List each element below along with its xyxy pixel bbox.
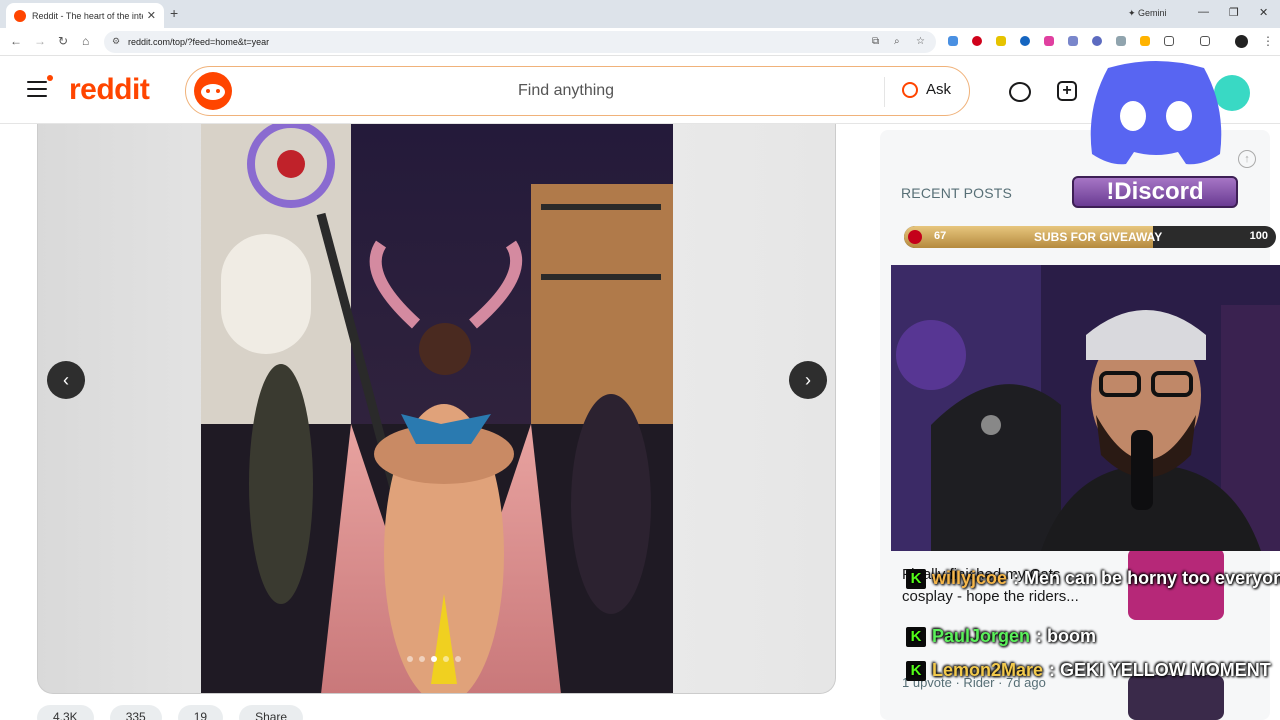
cherry-icon [908, 230, 922, 244]
recent-posts-title: RECENT POSTS [901, 185, 1013, 201]
reddit-favicon-icon [14, 9, 26, 22]
menu-icon[interactable] [27, 75, 53, 97]
cosplay-photo [201, 124, 673, 693]
sub-goal-label: SUBS FOR GIVEAWAY [1034, 230, 1163, 244]
extension-icon[interactable] [1092, 36, 1102, 46]
carousel-dot[interactable] [419, 656, 425, 662]
browser-tab[interactable]: Reddit - The heart of the internet ✕ [6, 3, 164, 28]
browser-menu-icon[interactable]: ⋮ [1262, 34, 1274, 48]
search-input[interactable]: Find anything Ask [185, 66, 970, 116]
extension-icon[interactable] [948, 36, 958, 46]
carousel-dots [407, 656, 461, 662]
restore-button[interactable]: ❐ [1229, 6, 1239, 19]
kick-badge-icon: K [906, 626, 926, 647]
kick-badge-icon: K [906, 660, 926, 681]
chat-username: Lemon2Mare [932, 660, 1044, 680]
chat-icon[interactable] [1009, 82, 1031, 102]
recent-post-thumbnail[interactable] [1128, 675, 1224, 720]
chat-message: K Lemon2Mare : GEKI YELLOW MOMENT [906, 660, 1271, 681]
snoo-icon [194, 72, 232, 110]
bookmark-star-icon[interactable]: ☆ [916, 36, 925, 47]
profile-avatar[interactable] [1235, 35, 1248, 48]
forward-arrow-icon[interactable]: → [34, 34, 46, 48]
discord-logo-icon [1090, 61, 1222, 165]
back-arrow-icon[interactable]: ← [10, 34, 22, 48]
url-text: reddit.com/top/?feed=home&t=year [128, 37, 270, 47]
chat-username: willyjcoe [932, 568, 1008, 588]
chat-text: : boom [1036, 626, 1097, 646]
new-tab-button[interactable]: + [170, 5, 178, 21]
carousel-prev-button[interactable]: ‹ [47, 361, 85, 399]
chat-username: PaulJorgen [932, 626, 1031, 646]
gemini-button[interactable]: ✦ Gemini [1120, 5, 1175, 22]
sub-goal-current: 67 [934, 230, 947, 242]
create-post-icon[interactable]: + [1057, 81, 1077, 101]
browser-tab-bar: Reddit - The heart of the internet ✕ + ✦… [0, 0, 1280, 28]
search-placeholder: Find anything [518, 82, 615, 99]
close-window-button[interactable]: ✕ [1259, 6, 1268, 19]
streamer-webcam [891, 265, 1280, 551]
carousel-dot[interactable] [443, 656, 449, 662]
post-action-bar: 4.3K 335 19 Share [37, 705, 304, 720]
home-icon[interactable]: ⌂ [82, 34, 89, 48]
comments-button[interactable]: 335 [109, 705, 162, 720]
chat-text: : Men can be horny too everyone [1013, 568, 1280, 588]
tab-close-icon[interactable]: ✕ [147, 9, 156, 22]
ask-button[interactable]: Ask [902, 81, 951, 98]
discord-command-label: !Discord [1072, 176, 1238, 208]
carousel-dot[interactable] [407, 656, 413, 662]
extensions-puzzle-icon[interactable] [1164, 36, 1174, 46]
chat-message: K willyjcoe : Men can be horny too every… [906, 568, 1280, 589]
chat-message: K PaulJorgen : boom [906, 626, 1096, 647]
url-field[interactable]: ⚙ reddit.com/top/?feed=home&t=year ⧉ ⌕ ☆ [104, 31, 936, 53]
side-panel-icon[interactable] [1200, 36, 1210, 46]
divider [884, 77, 885, 107]
post-media-gallery: ‹ › [37, 124, 836, 694]
extension-icon[interactable] [1116, 36, 1126, 46]
translate-extension-icon[interactable] [1068, 36, 1078, 46]
sub-goal-max: 100 [1249, 230, 1268, 242]
reload-icon[interactable]: ↻ [58, 34, 68, 48]
gemini-label: Gemini [1138, 8, 1167, 18]
site-info-icon[interactable]: ⚙ [112, 36, 120, 47]
kick-badge-icon: K [906, 568, 926, 589]
tab-title: Reddit - The heart of the internet [32, 10, 143, 21]
ask-icon [902, 81, 918, 98]
carousel-dot[interactable] [455, 656, 461, 662]
awards-button[interactable]: 19 [177, 705, 224, 720]
notes-extension-icon[interactable] [996, 36, 1006, 46]
extension-icon[interactable] [1020, 36, 1030, 46]
carousel-dot-active[interactable] [431, 656, 437, 662]
scroll-to-top-icon[interactable]: ↑ [1238, 150, 1256, 168]
chat-text: : GEKI YELLOW MOMENT [1049, 660, 1271, 680]
reddit-logo[interactable]: reddit [69, 73, 150, 107]
carousel-next-button[interactable]: › [789, 361, 827, 399]
notification-dot [47, 75, 53, 81]
extension-icon[interactable] [1044, 36, 1054, 46]
extension-icon[interactable] [1140, 36, 1150, 46]
sub-goal-bar: 67 SUBS FOR GIVEAWAY 100 [904, 226, 1276, 248]
vote-button[interactable]: 4.3K [37, 705, 94, 720]
minimize-button[interactable]: — [1198, 6, 1209, 18]
share-button[interactable]: Share [239, 705, 304, 720]
zoom-icon[interactable]: ⌕ [894, 36, 900, 47]
webcam-feed [891, 265, 1280, 551]
browser-address-bar: ← → ↻ ⌂ ⚙ reddit.com/top/?feed=home&t=ye… [0, 28, 1280, 56]
ask-label: Ask [926, 81, 952, 98]
opera-extension-icon[interactable] [972, 36, 982, 46]
install-icon[interactable]: ⧉ [872, 36, 879, 47]
post-image[interactable] [201, 124, 673, 693]
